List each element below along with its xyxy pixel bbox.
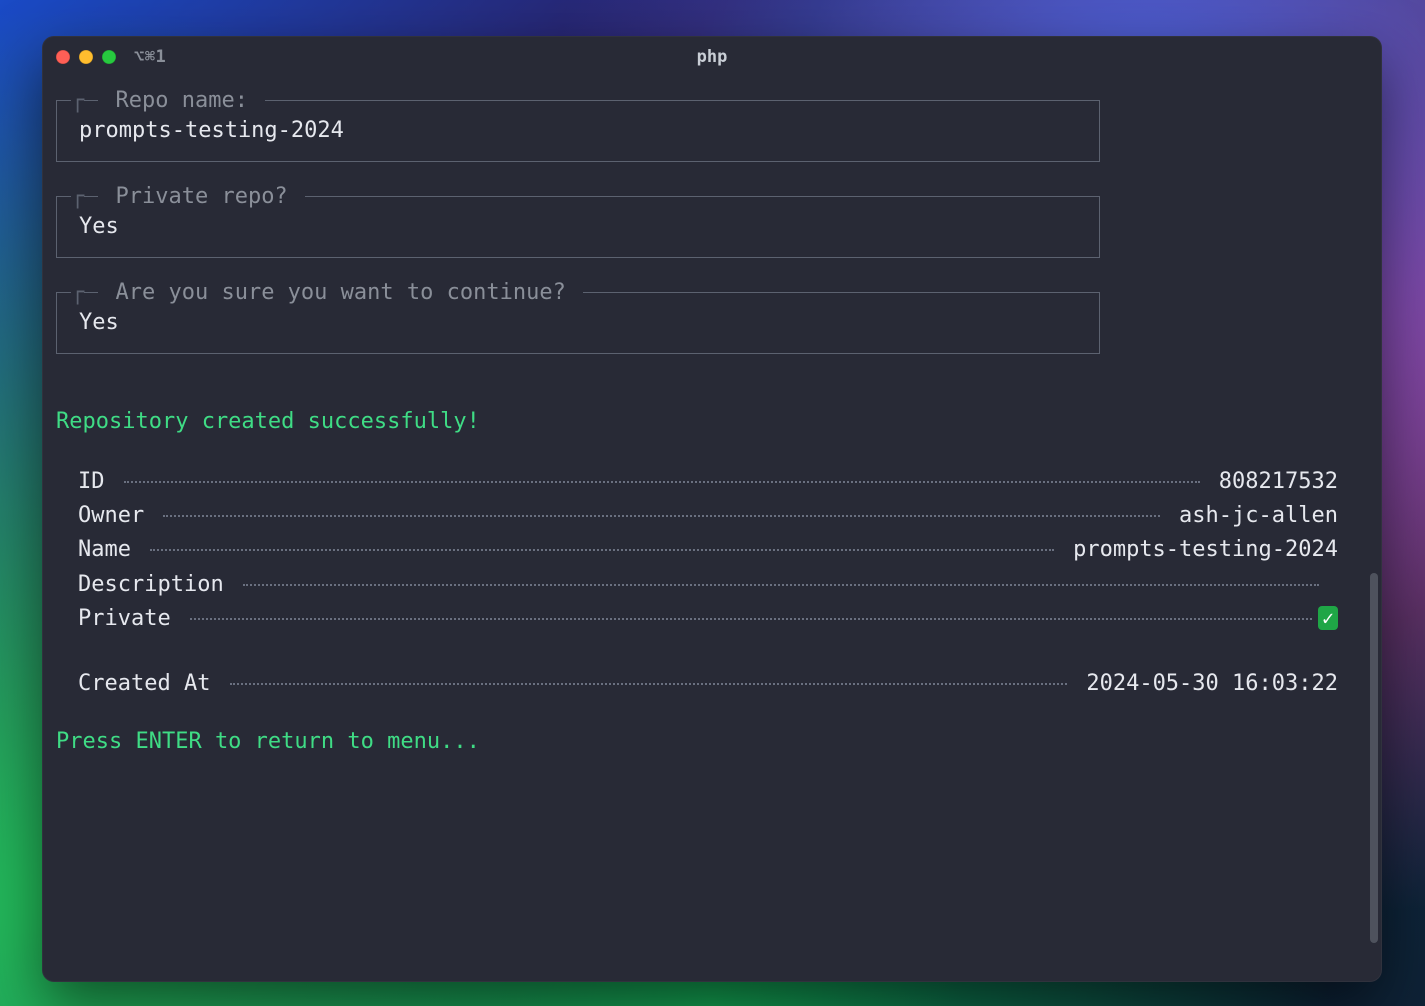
prompt-label-wrap: ┌ Repo name: (71, 85, 1085, 117)
minimize-window-button[interactable] (79, 50, 93, 64)
traffic-lights (56, 50, 116, 64)
detail-label: Private (78, 603, 184, 635)
detail-row: Created At 2024-05-30 16:03:22 (78, 668, 1338, 700)
close-window-button[interactable] (56, 50, 70, 64)
prompt-frame: ┌ Are you sure you want to continue? Yes (56, 292, 1100, 354)
terminal-window: ⌥⌘1 php ┌ Repo name: prompts-testing-202… (42, 36, 1382, 982)
detail-label: Description (78, 569, 237, 601)
frame-corner-icon: ┌ (71, 277, 84, 309)
prompt-group: ┌ Repo name: prompts-testing-2024 (56, 100, 1376, 162)
detail-dots (243, 584, 1319, 586)
prompt-group: ┌ Are you sure you want to continue? Yes (56, 292, 1376, 354)
detail-row: Name prompts-testing-2024 (78, 534, 1338, 566)
prompt-value[interactable]: Yes (79, 211, 1079, 243)
prompt-frame: ┌ Private repo? Yes (56, 196, 1100, 258)
detail-label: ID (78, 466, 118, 498)
detail-value: ash-jc-allen (1166, 500, 1338, 532)
window-title: php (42, 47, 1382, 67)
detail-label: Created At (78, 668, 224, 700)
detail-row: Owner ash-jc-allen (78, 500, 1338, 532)
prompt-label-wrap: ┌ Private repo? (71, 181, 1085, 213)
prompt-value[interactable]: Yes (79, 307, 1079, 339)
frame-line (319, 196, 1085, 197)
detail-dots (230, 683, 1067, 685)
frame-line (279, 100, 1085, 101)
detail-row: Private ✓ (78, 603, 1338, 635)
detail-dots (150, 549, 1054, 551)
detail-label: Owner (78, 500, 157, 532)
frame-line (597, 292, 1085, 293)
prompt-label: Private repo? (98, 181, 305, 213)
prompt-value[interactable]: prompts-testing-2024 (79, 115, 1079, 147)
scrollbar[interactable] (1370, 100, 1378, 960)
detail-dots (163, 515, 1159, 517)
detail-value (1325, 569, 1338, 601)
prompt-frame: ┌ Repo name: prompts-testing-2024 (56, 100, 1100, 162)
detail-row: ID 808217532 (78, 466, 1338, 498)
prompt-group: ┌ Private repo? Yes (56, 196, 1376, 258)
terminal-body[interactable]: ┌ Repo name: prompts-testing-2024┌ Priva… (42, 78, 1382, 982)
window-shortcut: ⌥⌘1 (134, 47, 166, 67)
zoom-window-button[interactable] (102, 50, 116, 64)
frame-corner-icon: ┌ (71, 181, 84, 213)
scrollbar-thumb[interactable] (1370, 573, 1378, 943)
detail-row: Description (78, 569, 1338, 601)
prompt-label: Repo name: (98, 85, 265, 117)
detail-value: 808217532 (1206, 466, 1338, 498)
titlebar: ⌥⌘1 php (42, 36, 1382, 78)
detail-dots (190, 618, 1312, 620)
check-icon: ✓ (1318, 603, 1338, 635)
success-message: Repository created successfully! (56, 406, 1376, 438)
detail-value: prompts-testing-2024 (1060, 534, 1338, 566)
detail-label: Name (78, 534, 144, 566)
detail-value: 2024-05-30 16:03:22 (1073, 668, 1338, 700)
prompt-label-wrap: ┌ Are you sure you want to continue? (71, 277, 1085, 309)
prompt-label: Are you sure you want to continue? (98, 277, 583, 309)
footer-message: Press ENTER to return to menu... (56, 726, 1376, 758)
frame-corner-icon: ┌ (71, 85, 84, 117)
detail-dots (124, 481, 1200, 483)
